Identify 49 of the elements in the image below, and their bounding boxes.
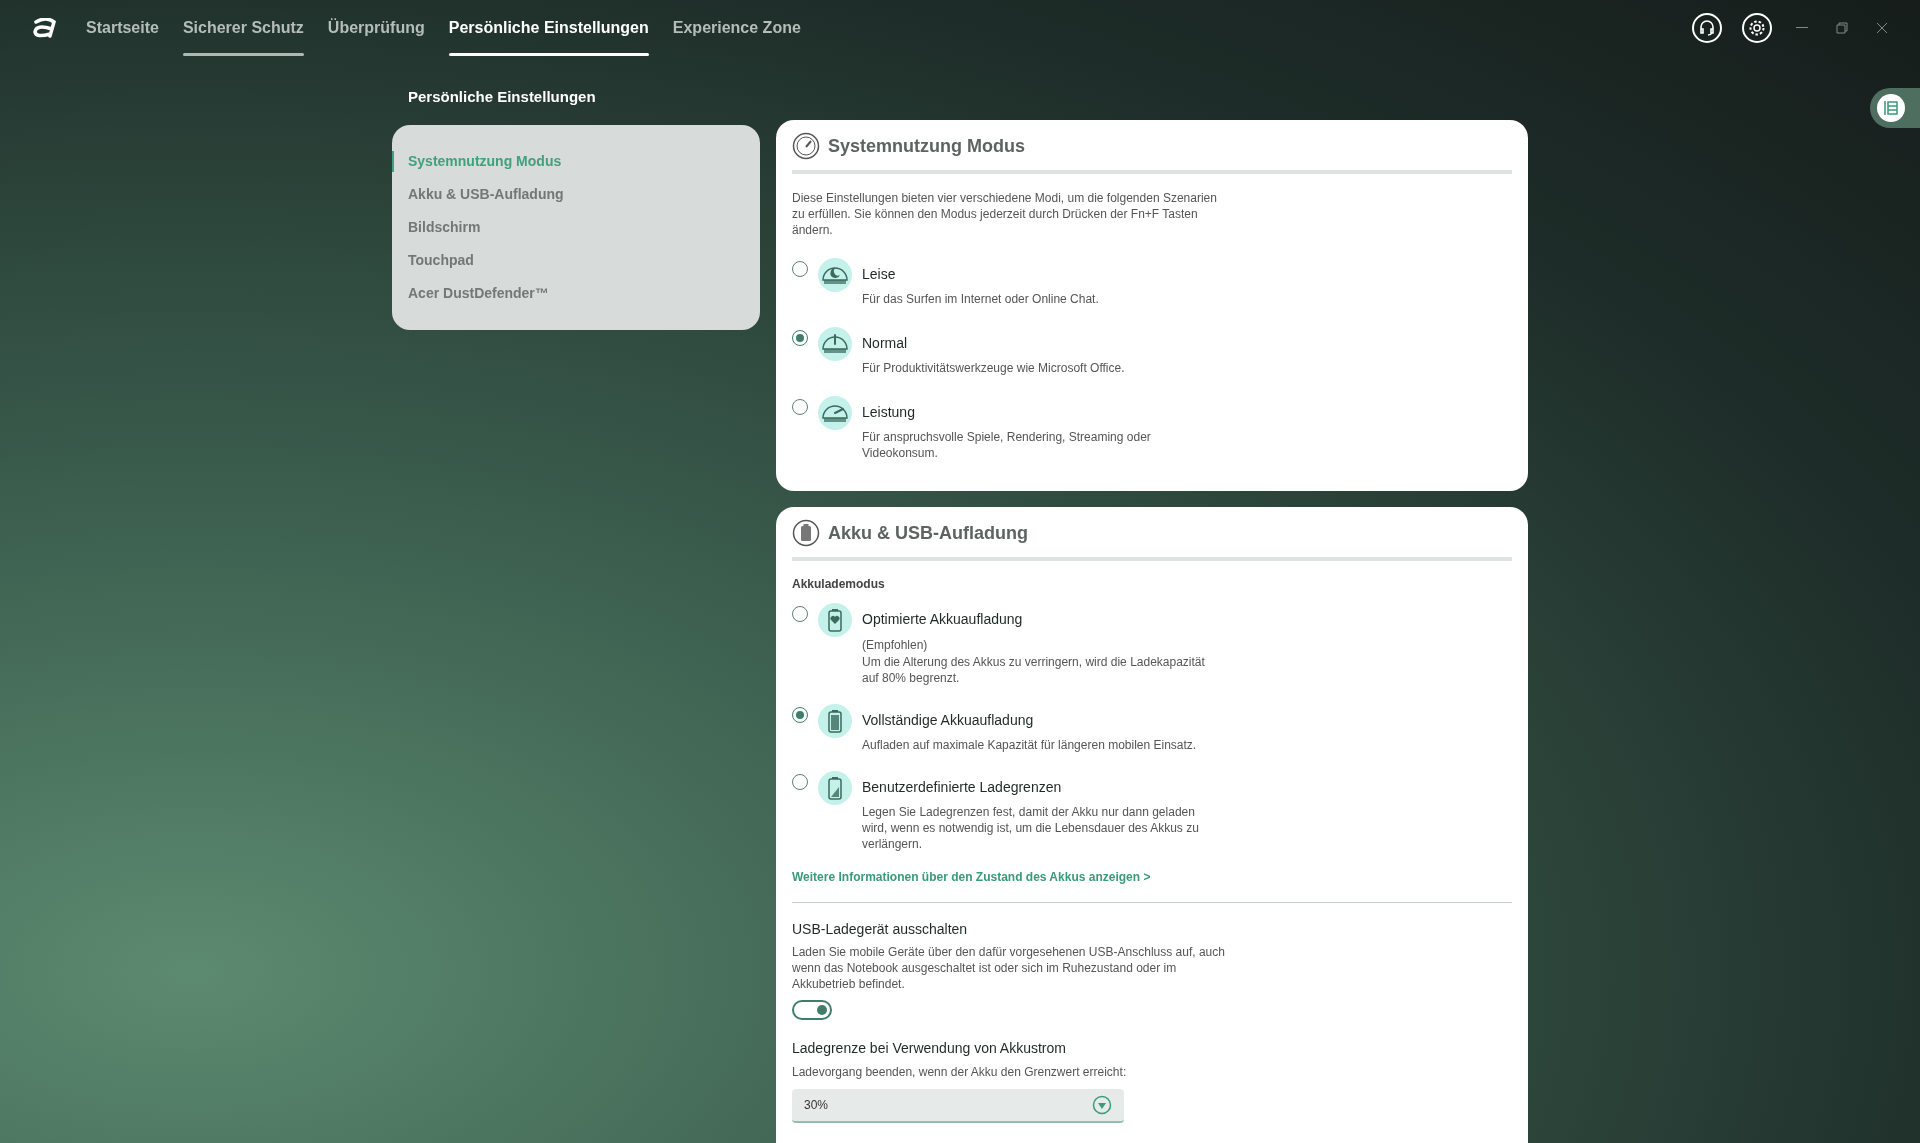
option-label[interactable]: Normal [862, 333, 1222, 354]
card-description: Diese Einstellungen bieten vier verschiedene Modi, um die folgenden Szenarien zu erfüllen. Sie können den Modus jederzeit durch Drücken der Fn+F Tasten ändern. [792, 190, 1218, 238]
battery-icon [818, 704, 852, 738]
side-panel-button[interactable] [1870, 88, 1920, 128]
settings-icon [1748, 19, 1766, 37]
usb-toggle[interactable] [792, 1000, 832, 1020]
option-note: (Empfohlen) [862, 637, 929, 654]
card-title: Akku & USB-Aufladung [828, 521, 1028, 545]
minimize-icon [1796, 27, 1808, 29]
restore-icon [1836, 22, 1848, 34]
gauge-icon [792, 132, 820, 160]
battery-icon [818, 771, 852, 805]
limit-dropdown[interactable]: 30% [792, 1089, 1124, 1123]
option-label[interactable]: Leise [862, 264, 1222, 285]
option-description: Um die Alterung des Akkus zu verringern, wird die Ladekapazität auf 80% begrenzt. [862, 654, 1206, 686]
nav-tab[interactable]: Überprüfung [327, 0, 425, 56]
battery-info-link[interactable]: Weitere Informationen über den Zustand des Akkus anzeigen > [792, 868, 1512, 886]
close-icon [1876, 22, 1888, 34]
gauge-icon [818, 327, 852, 361]
option-description: Für Produktivitätswerkzeuge wie Microsoft Office. [862, 360, 1126, 376]
setting-description: Laden Sie mobile Geräte über den dafür vorgesehenen USB-Anschluss auf, auch wenn das Notebook ausgeschaltet ist oder sich im Ruhezustand oder im Akkubetrieb befindet. [792, 944, 1226, 992]
list-icon [1877, 94, 1905, 122]
nav-tab[interactable]: Sicherer Schutz [182, 0, 304, 56]
sidebar-title: Persönliche Einstellungen [407, 87, 597, 107]
nav-tab[interactable]: Startseite [86, 0, 159, 56]
chevron-down-icon [1092, 1095, 1112, 1115]
section-label: Akkulademodus [792, 576, 886, 593]
setting-title: Ladegrenze bei Verwendung von Akkustrom [792, 1039, 1067, 1058]
logo-icon [32, 18, 58, 38]
nav-tab[interactable]: Persönliche Einstellungen [448, 0, 649, 56]
battery-icon [792, 519, 820, 547]
option-label[interactable]: Vollständige Akkuaufladung [862, 710, 1222, 731]
setting-title: USB-Ladegerät ausschalten [792, 920, 969, 939]
headset-icon [1698, 19, 1716, 37]
settings-button[interactable] [1742, 13, 1772, 43]
moon-gauge-icon [818, 258, 852, 292]
option-description: Legen Sie Ladegrenzen fest, damit der Akku nur dann geladen wird, wenn es notwendig ist, um die Lebensdauer des Akkus zu verlängern. [862, 804, 1200, 852]
option-label[interactable]: Benutzerdefinierte Ladegrenzen [862, 777, 1222, 798]
card-title: Systemnutzung Modus [828, 134, 1025, 158]
nav-tab[interactable]: Experience Zone [672, 0, 801, 56]
option-label[interactable]: Leistung [862, 402, 1222, 423]
battery-icon [818, 603, 852, 637]
setting-description: Ladevorgang beenden, wenn der Akku den Grenzwert erreicht: [792, 1064, 1128, 1081]
support-button[interactable] [1692, 13, 1722, 43]
option-description: Für anspruchsvolle Spiele, Rendering, Streaming oder Videokonsum. [862, 429, 1152, 461]
gauge-icon [818, 396, 852, 430]
option-description: Aufladen auf maximale Kapazität für längeren mobilen Einsatz. [862, 737, 1198, 753]
option-label[interactable]: Optimierte Akkuaufladung [862, 609, 1222, 630]
option-description: Für das Surfen im Internet oder Online Chat. [862, 291, 1100, 307]
